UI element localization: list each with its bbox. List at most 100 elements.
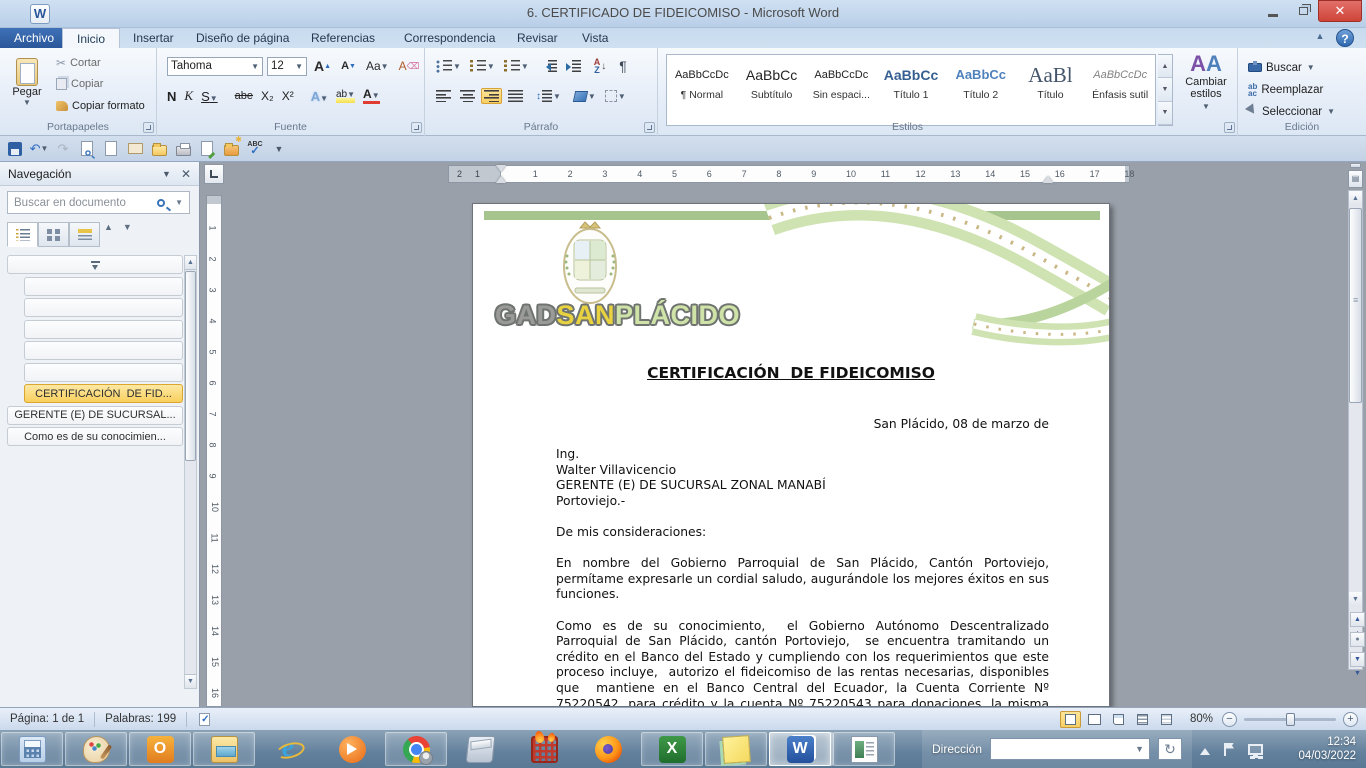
nav-search-input[interactable]: Buscar en documento ▼ — [7, 191, 190, 214]
nav-heading[interactable] — [24, 298, 183, 317]
dialog-launcher-portapapeles[interactable] — [143, 122, 154, 133]
tab-inicio[interactable]: Inicio — [62, 28, 120, 48]
font-name-combo[interactable]: Tahoma▼ — [167, 57, 263, 76]
new-document-button[interactable] — [102, 140, 120, 158]
taskbar-sticky-notes-button[interactable] — [705, 732, 767, 766]
print-preview-button[interactable] — [78, 140, 96, 158]
sort-button[interactable]: AZ↓ — [591, 56, 610, 76]
justify-button[interactable] — [505, 88, 526, 104]
tab-insertar[interactable]: Insertar — [119, 28, 188, 48]
style-enfasis-sutil[interactable]: AaBbCcDc Énfasis sutil — [1085, 55, 1155, 125]
address-go-button[interactable]: ↻ — [1158, 738, 1182, 760]
taskbar-chrome-button[interactable] — [385, 732, 447, 766]
nav-heading[interactable] — [7, 255, 183, 274]
cut-button[interactable]: Cortar — [70, 57, 101, 69]
draft-view-button[interactable] — [1156, 711, 1177, 728]
ruler-toggle-button[interactable]: ▤ — [1348, 170, 1363, 188]
font-size-combo[interactable]: 12▼ — [267, 57, 307, 76]
bold-button[interactable]: N — [167, 89, 176, 104]
nav-scroll-thumb[interactable] — [185, 271, 196, 461]
style-subtitulo[interactable]: AaBbCc Subtítulo — [737, 55, 807, 125]
taskbar-paint-button[interactable] — [65, 732, 127, 766]
select-browse-object-button[interactable]: ● — [1350, 632, 1365, 647]
taskbar-firefox-button[interactable] — [577, 732, 639, 766]
dialog-launcher-estilos[interactable] — [1224, 122, 1235, 133]
zoom-level[interactable]: 80% — [1190, 713, 1213, 725]
highlight-color-button[interactable]: ab▼ — [336, 89, 355, 103]
previous-page-button[interactable]: ▲▲ — [1350, 612, 1365, 627]
change-styles-button[interactable]: AA Cambiar estilos ▼ — [1176, 52, 1236, 130]
search-options-dropdown-icon[interactable]: ▼ — [175, 198, 183, 207]
taskbar-excel-button[interactable] — [641, 732, 703, 766]
taskbar-calculator-button[interactable] — [1, 732, 63, 766]
tab-selector-box[interactable] — [204, 164, 224, 184]
find-button[interactable]: Buscar▼ — [1266, 57, 1315, 78]
underline-button[interactable]: S▼ — [201, 89, 218, 104]
tab-vista[interactable]: Vista — [568, 28, 622, 48]
taskbar-scanner-button[interactable] — [449, 732, 511, 766]
scroll-up-icon[interactable]: ▲ — [1349, 191, 1362, 206]
taskbar-word-button[interactable] — [769, 732, 831, 766]
paste-button[interactable]: Pegar ▼ — [6, 54, 48, 126]
borders-button[interactable]: ▼ — [602, 88, 629, 104]
scroll-down-icon[interactable]: ▼ — [1349, 592, 1362, 607]
nav-scroll-up-icon[interactable]: ▲ — [185, 256, 196, 270]
zoom-slider-handle[interactable] — [1286, 713, 1295, 726]
copy-button[interactable]: Copiar — [71, 78, 103, 90]
taskbar-internet-explorer-button[interactable] — [257, 732, 319, 766]
redo-button[interactable]: ↷ — [54, 140, 72, 158]
taskbar-explorer-button[interactable] — [193, 732, 255, 766]
gallery-up-icon[interactable]: ▲ — [1158, 55, 1172, 78]
taskbar-media-player-button[interactable] — [321, 732, 383, 766]
style-titulo[interactable]: AaBl Título — [1016, 55, 1086, 125]
nav-heading-active[interactable]: CERTIFICACIÓN DE FID... — [24, 384, 183, 403]
open-button[interactable] — [150, 140, 168, 158]
nav-heading[interactable]: GERENTE (E) DE SUCURSAL... — [7, 406, 183, 425]
web-layout-view-button[interactable] — [1108, 711, 1129, 728]
bullets-button[interactable]: ▼ — [433, 58, 464, 75]
gallery-more-icon[interactable]: ▼ — [1158, 102, 1172, 125]
style-titulo-2[interactable]: AaBbCc Título 2 — [946, 55, 1016, 125]
zoom-in-button[interactable]: + — [1343, 712, 1358, 727]
split-handle[interactable] — [1350, 163, 1361, 168]
nav-menu-dropdown-icon[interactable]: ▼ — [162, 169, 171, 179]
page-indicator[interactable]: Página: 1 de 1 — [0, 712, 95, 727]
scroll-thumb[interactable] — [1349, 208, 1362, 403]
nav-scrollbar[interactable]: ▲ ▼ — [184, 255, 197, 689]
nav-tab-results[interactable] — [69, 222, 100, 247]
right-indent-marker[interactable] — [1043, 171, 1053, 183]
multilevel-list-button[interactable]: ▼ — [501, 58, 532, 75]
tab-referencias[interactable]: Referencias — [297, 28, 389, 48]
document-page[interactable]: GADSANPLÁCIDO CERTIFICACIÓN DE FIDEICOMI… — [472, 203, 1110, 707]
numbering-button[interactable]: ▼ — [467, 58, 498, 75]
line-spacing-button[interactable]: ↕▼ — [533, 88, 564, 104]
nav-tab-pages[interactable] — [38, 222, 69, 247]
taskbar-image-viewer-button[interactable] — [833, 732, 895, 766]
next-page-button[interactable]: ▼▼ — [1350, 652, 1365, 667]
clear-formatting-button[interactable]: A⌫ — [396, 56, 423, 76]
tab-diseno-de-pagina[interactable]: Diseño de página — [182, 28, 303, 48]
nav-tab-headings[interactable] — [7, 222, 38, 247]
font-color-button[interactable]: A▼ — [363, 89, 380, 104]
show-hidden-icons-button[interactable] — [1200, 743, 1210, 755]
previous-heading-icon[interactable]: ▲ — [104, 222, 113, 247]
tab-revisar[interactable]: Revisar — [503, 28, 572, 48]
fullscreen-reading-view-button[interactable] — [1084, 711, 1105, 728]
proofing-status-icon[interactable] — [199, 713, 210, 726]
taskbar-clock[interactable]: 12:34 04/03/2022 — [1298, 735, 1356, 763]
minimize-button[interactable] — [1258, 0, 1288, 22]
align-left-button[interactable] — [433, 88, 454, 104]
collapse-icon[interactable] — [91, 261, 100, 269]
format-painter-button[interactable]: Copiar formato — [72, 100, 145, 112]
superscript-button[interactable]: X² — [282, 89, 294, 103]
paste-dropdown-icon[interactable]: ▼ — [23, 98, 31, 107]
replace-button[interactable]: Reemplazar — [1261, 79, 1323, 100]
change-case-button[interactable]: Aa▼ — [363, 56, 392, 76]
show-marks-button[interactable]: ¶ — [616, 56, 630, 76]
nav-heading[interactable] — [24, 363, 183, 382]
select-button[interactable]: Seleccionar▼ — [1262, 101, 1335, 122]
next-heading-icon[interactable]: ▼ — [123, 222, 132, 247]
options-button[interactable] — [222, 140, 240, 158]
decrease-indent-button[interactable] — [539, 58, 560, 74]
gallery-down-icon[interactable]: ▼ — [1158, 78, 1172, 101]
